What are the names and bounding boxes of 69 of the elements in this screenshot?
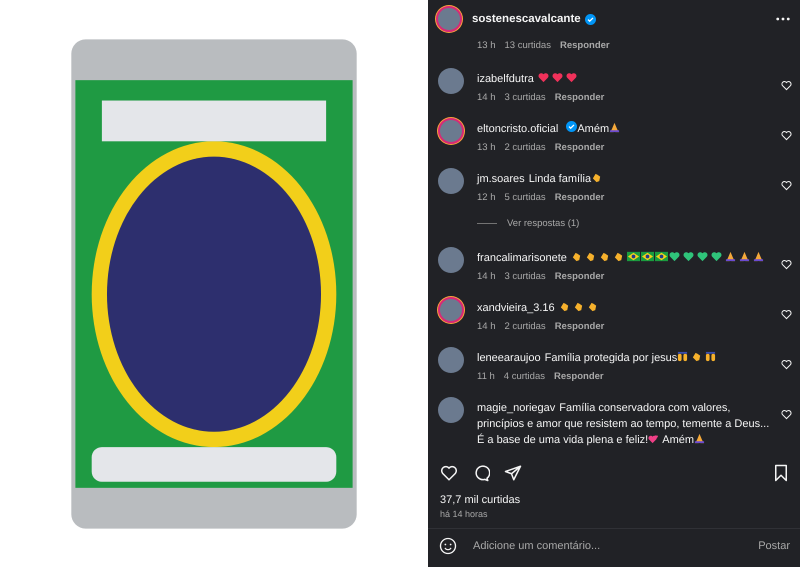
avatar[interactable]	[438, 118, 464, 144]
heart-icon[interactable]	[781, 180, 792, 191]
bookmark-icon[interactable]	[772, 464, 790, 482]
username-link[interactable]: eltoncristo.oficial	[477, 123, 558, 135]
avatar[interactable]	[436, 6, 462, 32]
comment-text: magie_noriegav Família conservadora com valores, princípios e amor que resistem ao tempo, temente a Deus... É a base de uma vida plena e feliz! Amém	[477, 401, 770, 448]
comment-time: 14 h	[477, 321, 496, 332]
heart-emoji-icon	[566, 72, 577, 83]
username-link[interactable]: magie_noriegav	[477, 402, 556, 414]
heart-emoji-icon	[552, 72, 563, 83]
avatar[interactable]	[438, 68, 464, 94]
heart-emoji-icon	[710, 251, 722, 262]
username-link[interactable]: leneearaujoo	[477, 352, 541, 364]
comment-likes[interactable]: 3 curtidas	[504, 92, 546, 103]
avatar[interactable]	[438, 397, 464, 423]
comment-time: 12 h	[477, 192, 496, 203]
comment-likes[interactable]: 2 curtidas	[504, 321, 546, 332]
heart-emoji-icon	[682, 251, 694, 262]
heart-icon[interactable]	[781, 259, 792, 270]
heart-emoji-icon	[538, 72, 549, 83]
flag-emoji-icon	[626, 251, 640, 262]
comment-likes[interactable]: 13 curtidas	[504, 40, 551, 51]
avatar[interactable]	[438, 168, 464, 194]
comment-text: eltoncristo.oficial Amém	[477, 121, 773, 137]
comment-likes[interactable]: 4 curtidas	[504, 371, 545, 382]
reply-link[interactable]: Responder	[554, 371, 604, 382]
comment-time: 14 h	[477, 271, 496, 282]
avatar[interactable]	[438, 297, 464, 323]
username-link[interactable]: jm.soares	[477, 173, 525, 185]
view-replies-link[interactable]: Ver respostas (1)	[507, 218, 580, 229]
username-link[interactable]: francalimarisonete	[477, 252, 567, 264]
avatar[interactable]	[438, 247, 464, 273]
comment-time: 11 h	[477, 371, 495, 382]
heart-icon[interactable]	[781, 80, 792, 91]
post-button[interactable]: Postar	[758, 540, 790, 552]
heart-emoji-icon	[668, 251, 680, 262]
avatar[interactable]	[438, 347, 464, 373]
share-icon[interactable]	[504, 464, 522, 482]
reply-link[interactable]: Responder	[554, 142, 604, 153]
comment-time: 13 h	[477, 40, 496, 51]
username-link[interactable]: xandvieira_3.16	[477, 302, 555, 314]
comment-input[interactable]: Adicione um comentário...	[471, 539, 758, 553]
post-time: há 14 horas	[439, 508, 489, 519]
reply-link[interactable]: Responder	[554, 92, 604, 103]
heart-icon[interactable]	[440, 464, 458, 482]
likes-count[interactable]: 37,7 mil curtidas	[428, 482, 800, 506]
reply-link[interactable]: Responder	[554, 192, 604, 203]
comment-likes[interactable]: 5 curtidas	[504, 192, 546, 203]
heart-icon[interactable]	[781, 309, 792, 320]
comment-time: 14 h	[477, 92, 496, 103]
comment-time: 13 h	[477, 142, 496, 153]
comment-likes[interactable]: 2 curtidas	[504, 142, 546, 153]
heart-icon[interactable]	[781, 409, 792, 420]
comment-likes[interactable]: 3 curtidas	[504, 271, 546, 282]
flag-emoji-icon	[654, 251, 668, 262]
reply-link[interactable]: Responder	[554, 271, 604, 282]
reply-link[interactable]: Responder	[554, 321, 604, 332]
heart-icon[interactable]	[781, 359, 792, 370]
two-hearts-emoji-icon	[648, 433, 660, 444]
username[interactable]: sostenescavalcante	[472, 13, 581, 25]
more-icon[interactable]	[776, 17, 790, 21]
emoji-icon[interactable]	[439, 537, 457, 555]
username-link[interactable]: izabelfdutra	[477, 73, 534, 85]
reply-link[interactable]: Responder	[560, 40, 610, 51]
heart-icon[interactable]	[781, 130, 792, 141]
comment-text: leneearaujoo Família protegida por jesus	[477, 350, 773, 366]
heart-emoji-icon	[696, 251, 708, 262]
flag-emoji-icon	[640, 251, 654, 262]
comment-text: jm.soares Linda família	[477, 171, 773, 187]
